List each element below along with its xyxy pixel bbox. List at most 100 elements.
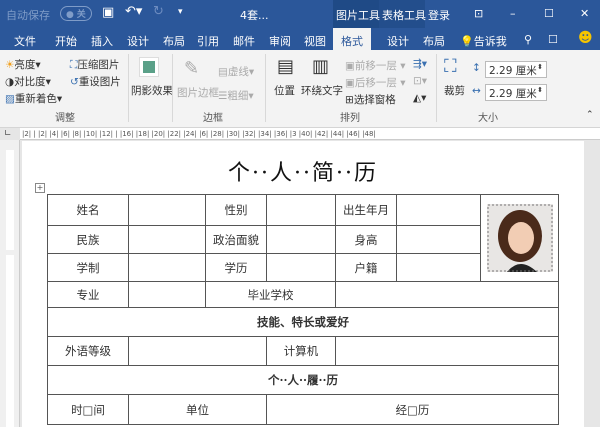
- tab-selector-icon[interactable]: ∟: [4, 129, 12, 139]
- school-cell[interactable]: [335, 281, 559, 308]
- smiley-icon[interactable]: ☻: [578, 30, 593, 46]
- ethnicity-cell[interactable]: [128, 225, 206, 254]
- education-cell[interactable]: [266, 253, 336, 282]
- name-label: 姓名: [47, 194, 129, 226]
- arrange-group-label: 排列: [340, 113, 360, 124]
- tab-review[interactable]: 审阅: [269, 33, 291, 49]
- tab-layout[interactable]: 布局: [163, 33, 185, 49]
- gender-cell[interactable]: [266, 194, 336, 226]
- weight-button[interactable]: ☰粗细▾: [218, 88, 254, 103]
- schooling-cell[interactable]: [128, 253, 206, 282]
- ribbon-display-icon[interactable]: ⊡: [474, 7, 483, 20]
- customize-icon[interactable]: ▾: [178, 7, 183, 17]
- ribbon: ☀亮度▾ ◑对比度▾ ▨重新着色▾ ⛶压缩图片 ↺重设图片 调整 阴影效果 ✎ …: [0, 50, 600, 128]
- tab-file[interactable]: 文件: [14, 33, 36, 49]
- width-spinner[interactable]: ⬍: [537, 86, 543, 94]
- recolor-button[interactable]: ▨重新着色▾: [5, 91, 62, 106]
- width-input[interactable]: 2.29 厘米 ⬍: [485, 84, 547, 101]
- experience-label: 经□历: [266, 394, 559, 425]
- birth-cell[interactable]: [396, 194, 481, 226]
- ribbon-tabs: 文件 开始 插入 设计 布局 引用 邮件 审阅 视图 格式 设计 布局 💡告诉我…: [0, 28, 600, 50]
- tab-table-layout[interactable]: 布局: [423, 33, 445, 49]
- crop-icon: ⛶: [444, 56, 457, 77]
- send-backward-button[interactable]: ▣后移一层 ▾: [345, 75, 406, 90]
- document-title: 4套...: [240, 9, 269, 22]
- major-cell[interactable]: [128, 281, 206, 308]
- crop-button[interactable]: 裁剪: [444, 83, 465, 98]
- height-spinner[interactable]: ⬍: [537, 63, 543, 71]
- document-page[interactable]: 个··人··简··历 + 姓名 性别 出生年月 民族 政治面貌 身高 学制 学历…: [22, 141, 584, 427]
- wrap-text-button[interactable]: 环绕文字: [301, 83, 343, 98]
- time-label: 时□间: [47, 394, 129, 425]
- contrast-button[interactable]: ◑对比度▾: [5, 74, 51, 89]
- rotate-icon[interactable]: ◭▾: [413, 92, 426, 104]
- profile-photo[interactable]: [486, 204, 553, 272]
- selection-pane-button[interactable]: ⊞选择窗格: [345, 92, 396, 107]
- photo-cell[interactable]: [480, 194, 559, 282]
- contrast-icon: ◑: [5, 76, 15, 88]
- hukou-cell[interactable]: [396, 253, 481, 282]
- resume-heading: 个··人··履··历: [47, 365, 559, 395]
- reset-icon: ↺: [70, 76, 79, 88]
- login-link[interactable]: 登录: [428, 7, 450, 23]
- tab-mailings[interactable]: 邮件: [233, 33, 255, 49]
- dashes-button[interactable]: ▤虚线▾: [218, 64, 254, 79]
- save-icon[interactable]: ▣: [102, 5, 114, 20]
- close-button[interactable]: ✕: [580, 7, 589, 20]
- pen-icon: ✎: [184, 58, 200, 79]
- political-cell[interactable]: [266, 225, 336, 254]
- picture-border-button[interactable]: 图片边框: [177, 85, 219, 100]
- bring-forward-button[interactable]: ▣前移一层 ▾: [345, 58, 406, 73]
- computer-label: 计算机: [266, 336, 336, 366]
- tell-me-button[interactable]: 💡告诉我: [460, 33, 507, 49]
- birth-label: 出生年月: [335, 194, 397, 226]
- align-icon[interactable]: ⇶▾: [413, 58, 427, 70]
- autosave-toggle[interactable]: ● 关: [60, 6, 92, 21]
- tab-insert[interactable]: 插入: [91, 33, 113, 49]
- width-icon: ↔: [472, 85, 481, 97]
- redo-icon[interactable]: ↻: [153, 4, 164, 19]
- size-group-label: 大小: [478, 113, 498, 124]
- reset-picture-button[interactable]: ↺重设图片: [70, 74, 121, 89]
- tab-format[interactable]: 格式: [333, 28, 371, 50]
- height-icon: ↕: [472, 62, 481, 74]
- compress-pictures-button[interactable]: ⛶压缩图片: [70, 57, 119, 72]
- undo-icon[interactable]: ↶▾: [125, 4, 142, 19]
- ethnicity-label: 民族: [47, 225, 129, 254]
- tab-references[interactable]: 引用: [197, 33, 219, 49]
- tab-home[interactable]: 开始: [55, 33, 77, 49]
- brightness-button[interactable]: ☀亮度▾: [5, 57, 41, 72]
- tab-table-design[interactable]: 设计: [387, 33, 409, 49]
- height-input[interactable]: 2.29 厘米 ⬍: [485, 61, 547, 78]
- language-cell[interactable]: [128, 336, 267, 366]
- height-cell[interactable]: [396, 225, 481, 254]
- vertical-ruler[interactable]: [0, 140, 20, 427]
- tab-view[interactable]: 视图: [304, 33, 326, 49]
- autosave-label: 自动保存: [6, 9, 50, 22]
- table-tools-label: 表格工具: [382, 9, 426, 22]
- minimize-button[interactable]: –: [510, 7, 516, 20]
- scroll-area[interactable]: [584, 141, 600, 427]
- position-icon: ▤: [277, 56, 295, 77]
- title-bar: 自动保存 ● 关 ▣ ↶▾ ↻ ▾ 4套... 图片工具 表格工具 登录 ⊡ –…: [0, 0, 600, 50]
- table-move-handle-icon[interactable]: +: [35, 183, 45, 193]
- political-label: 政治面貌: [205, 225, 267, 254]
- maximize-button[interactable]: ☐: [544, 7, 554, 20]
- shadow-icon: [139, 57, 159, 77]
- position-button[interactable]: 位置: [274, 83, 295, 98]
- collapse-ribbon-icon[interactable]: ⌃: [586, 110, 594, 120]
- horizontal-ruler[interactable]: |2| | |2| |4| |6| |8| |10| |12| | |16| |…: [20, 128, 600, 140]
- education-label: 学历: [205, 253, 267, 282]
- tab-design[interactable]: 设计: [127, 33, 149, 49]
- group-icon[interactable]: ⊡▾: [413, 75, 427, 87]
- computer-cell[interactable]: [335, 336, 559, 366]
- border-group-label: 边框: [203, 113, 223, 124]
- language-label: 外语等级: [47, 336, 129, 366]
- gender-label: 性别: [205, 194, 267, 226]
- unit-label: 单位: [128, 394, 267, 425]
- height-label: 身高: [335, 225, 397, 254]
- share-icon[interactable]: ⚲: [524, 33, 532, 46]
- name-cell[interactable]: [128, 194, 206, 226]
- comments-icon[interactable]: ☐: [548, 33, 558, 46]
- shadow-effects-button[interactable]: 阴影效果: [131, 83, 173, 98]
